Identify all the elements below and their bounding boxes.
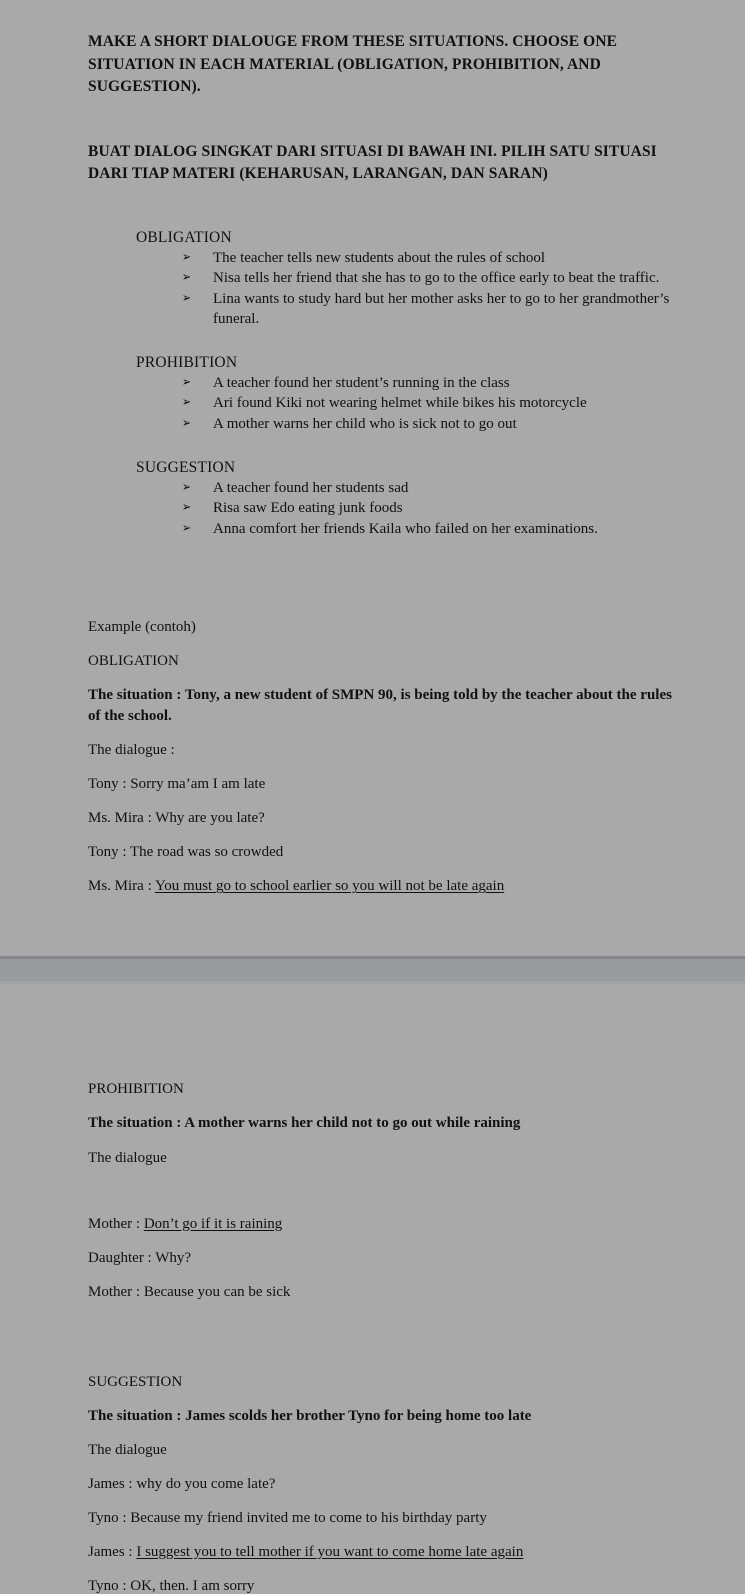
list-item-text: A teacher found her students sad [213,480,408,496]
dialogue-text: Because my friend invited me to come to … [130,1510,487,1526]
dialogue-speaker: Tyno : [88,1578,130,1594]
spacer [136,333,685,352]
dialogue-speaker: James : [88,1544,136,1560]
dialogue-text: Because you can be sick [144,1284,291,1300]
dialogue-line: Tyno : Because my friend invited me to c… [88,1508,685,1528]
situation-group-title: PROHIBITION [136,352,685,373]
arrowhead-bullet-icon: ➢ [182,498,191,519]
dialogue-text-underlined: You must go to school earlier so you wil… [155,878,504,894]
page-break-gap [0,956,745,985]
situation-group-prohibition: PROHIBITION ➢ A teacher found her student… [136,352,685,435]
page-title: MAKE A SHORT DIALOUGE FROM THESE SITUATI… [88,0,668,99]
suggestion-dialogue-label: The dialogue [88,1440,685,1460]
dialogue-line: Mother : Don’t go if it is raining [88,1214,685,1234]
arrowhead-bullet-icon: ➢ [182,268,191,289]
dialogue-text: OK, then. I am sorry [130,1578,254,1594]
document-page-1: MAKE A SHORT DIALOUGE FROM THESE SITUATI… [0,0,745,956]
dialogue-line: Tony : Sorry ma’am I am late [88,774,685,794]
list-item-text: The teacher tells new students about the… [213,250,545,266]
list-item: ➢ A mother warns her child who is sick no… [181,414,685,435]
list-item-text: Lina wants to study hard but her mother … [213,291,669,328]
arrowhead-bullet-icon: ➢ [182,248,191,269]
dialogue-speaker: Mother : [88,1284,144,1300]
arrowhead-bullet-icon: ➢ [182,393,191,414]
list-item: ➢ Lina wants to study hard but her mother… [181,289,685,330]
list-item: ➢ Anna comfort her friends Kaila who fail… [181,519,685,540]
list-item: ➢ A teacher found her students sad [181,478,685,499]
arrowhead-bullet-icon: ➢ [182,289,191,310]
arrowhead-bullet-icon: ➢ [182,414,191,435]
example-block: Example (contoh) OBLIGATION The situatio… [88,542,685,896]
dialogue-text: The road was so crowded [130,844,283,860]
list-item-text: Anna comfort her friends Kaila who faile… [213,521,598,537]
situation-items-suggestion: ➢ A teacher found her students sad ➢ Risa … [136,478,685,540]
situation-group-suggestion: SUGGESTION ➢ A teacher found her students… [136,457,685,540]
prohibition-situation: The situation : A mother warns her child… [88,1113,685,1134]
list-item: ➢ Risa saw Edo eating junk foods [181,498,685,519]
list-item-text: Risa saw Edo eating junk foods [213,500,403,516]
dialogue-speaker: Daughter : [88,1250,155,1266]
dialogue-text: Why? [155,1250,191,1266]
list-item: ➢ Ari found Kiki not wearing helmet while… [181,393,685,414]
dialogue-speaker: Tony : [88,844,130,860]
situations-list: OBLIGATION ➢ The teacher tells new studen… [88,186,685,540]
spacer [136,438,685,457]
document-page-2: PROHIBITION The situation : A mother war… [0,985,745,1594]
dialogue-speaker: Tony : [88,776,130,792]
list-item-text: A teacher found her student’s running in… [213,375,510,391]
dialogue-line: James : why do you come late? [88,1474,685,1494]
arrowhead-bullet-icon: ➢ [182,478,191,499]
spacer [88,1316,685,1372]
example-dialogue-label: The dialogue : [88,740,685,760]
dialogue-line: James : I suggest you to tell mother if … [88,1542,685,1562]
situation-items-obligation: ➢ The teacher tells new students about th… [136,248,685,330]
suggestion-example-block: SUGGESTION The situation : James scolds … [88,1372,685,1596]
dialogue-line: Ms. Mira : Why are you late? [88,808,685,828]
dialogue-speaker: James : [88,1476,136,1492]
dialogue-text: why do you come late? [136,1476,275,1492]
list-item: ➢ A teacher found her student’s running i… [181,373,685,394]
situation-group-obligation: OBLIGATION ➢ The teacher tells new studen… [136,227,685,330]
arrowhead-bullet-icon: ➢ [182,373,191,394]
suggestion-section-title: SUGGESTION [88,1372,685,1392]
page-title-indonesian: BUAT DIALOG SINGKAT DARI SITUASI DI BAWA… [88,99,678,186]
prohibition-section-title: PROHIBITION [88,1079,685,1099]
worksheet-document: MAKE A SHORT DIALOUGE FROM THESE SITUATI… [0,0,745,1594]
dialogue-text-underlined: Don’t go if it is raining [144,1216,282,1232]
dialogue-speaker: Mother : [88,1216,144,1232]
dialogue-line: Ms. Mira : You must go to school earlier… [88,876,685,896]
dialogue-text-underlined: I suggest you to tell mother if you want… [136,1544,523,1560]
example-situation: The situation : Tony, a new student of S… [88,685,685,726]
prohibition-dialogue-label: The dialogue [88,1148,685,1168]
dialogue-line: Tyno : OK, then. I am sorry [88,1576,685,1596]
dialogue-text: Why are you late? [155,810,265,826]
list-item: ➢ The teacher tells new students about th… [181,248,685,269]
situation-group-title: SUGGESTION [136,457,685,478]
dialogue-line: Daughter : Why? [88,1248,685,1268]
dialogue-speaker: Ms. Mira : [88,810,155,826]
list-item-text: A mother warns her child who is sick not… [213,416,517,432]
suggestion-situation: The situation : James scolds her brother… [88,1406,685,1427]
prohibition-example-block: PROHIBITION The situation : A mother war… [88,1079,685,1302]
situation-items-prohibition: ➢ A teacher found her student’s running i… [136,373,685,435]
page-2-content: PROHIBITION The situation : A mother war… [0,985,745,1596]
dialogue-speaker: Tyno : [88,1510,130,1526]
list-item-text: Nisa tells her friend that she has to go… [213,270,659,286]
dialogue-line: Mother : Because you can be sick [88,1282,685,1302]
example-label: Example (contoh) [88,617,685,637]
list-item: ➢ Nisa tells her friend that she has to g… [181,268,685,289]
spacer [88,1182,685,1214]
page-1-content: MAKE A SHORT DIALOUGE FROM THESE SITUATI… [0,0,745,896]
situation-group-title: OBLIGATION [136,227,685,248]
arrowhead-bullet-icon: ➢ [182,519,191,540]
dialogue-speaker: Ms. Mira : [88,878,155,894]
dialogue-text: Sorry ma’am I am late [130,776,265,792]
dialogue-line: Tony : The road was so crowded [88,842,685,862]
list-item-text: Ari found Kiki not wearing helmet while … [213,395,587,411]
example-section-title: OBLIGATION [88,651,685,671]
